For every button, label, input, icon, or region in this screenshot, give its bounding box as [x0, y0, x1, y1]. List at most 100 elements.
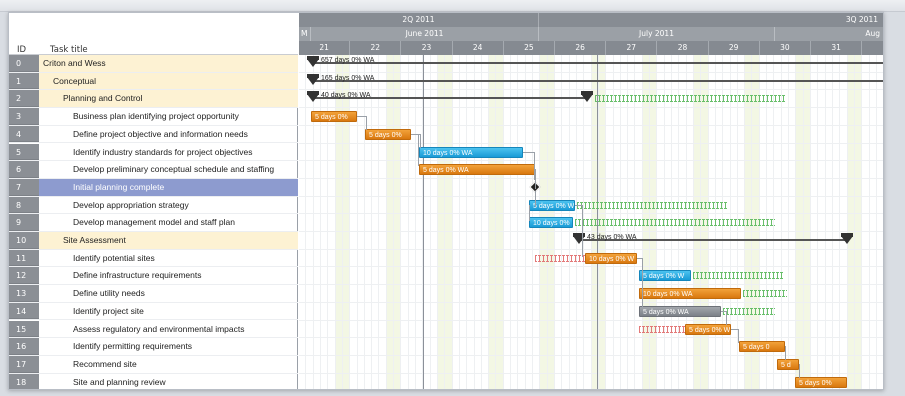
- table-row[interactable]: 3 Business plan identifying project oppor…: [9, 108, 298, 126]
- row-task-title: Develop appropriation strategy: [73, 199, 189, 210]
- table-row[interactable]: 9 Develop management model and staff plan: [9, 214, 298, 232]
- timeline-week: 22: [350, 41, 402, 55]
- dependency-line: [535, 190, 536, 207]
- row-task-title: Planning and Control: [39, 90, 298, 108]
- row-task-title: Recommend site: [73, 358, 137, 369]
- task-bar[interactable]: 5 days 0%: [795, 376, 847, 388]
- table-row[interactable]: 0 Criton and Wess: [9, 55, 298, 73]
- table-row[interactable]: 13 Define utility needs: [9, 285, 298, 303]
- table-row[interactable]: 5 Identify industry standards for project…: [9, 143, 298, 162]
- row-divider: [299, 372, 883, 374]
- day-column: [350, 55, 358, 389]
- table-row[interactable]: 2 Planning and Control: [9, 90, 298, 109]
- day-column: [796, 55, 804, 389]
- row-divider: [299, 354, 883, 356]
- day-column: [423, 55, 431, 389]
- gantt-chart: 2Q 2011 3Q 2011 M June 2011 July 2011 Au…: [299, 13, 883, 389]
- row-divider: [299, 195, 883, 197]
- task-bar[interactable]: 5 days 0: [739, 341, 785, 353]
- timeline-month-may: M: [299, 27, 311, 41]
- task-bar[interactable]: 5 days 0%: [365, 128, 411, 140]
- row-task-title: Identify project site: [73, 305, 144, 316]
- task-bar[interactable]: 10 days 0% WA: [639, 288, 741, 300]
- day-column: [504, 55, 512, 389]
- row-id: 1: [9, 72, 39, 90]
- day-column: [306, 55, 314, 389]
- timeline-quarter-3q: 3Q 2011: [539, 13, 883, 27]
- table-row[interactable]: 7 Initial planning complete: [9, 178, 298, 197]
- task-grid: ID Task title 0 Criton and Wess 1 Conceptua…: [9, 13, 298, 389]
- summary-bar[interactable]: [313, 62, 883, 64]
- table-row[interactable]: 15 Assess regulatory and environmental im…: [9, 320, 298, 339]
- timeline-week: 25: [503, 41, 555, 55]
- table-row[interactable]: 1 Conceptual: [9, 72, 298, 91]
- row-id: 13: [9, 285, 39, 302]
- column-header-id[interactable]: ID: [17, 45, 26, 55]
- row-divider: [299, 142, 883, 144]
- task-bar[interactable]: 5 days 0% W: [639, 270, 691, 282]
- table-row[interactable]: 11 Identify potential sites: [9, 249, 298, 268]
- timeline-month-aug: Aug: [775, 27, 883, 41]
- day-column: [445, 55, 453, 389]
- table-row[interactable]: 4 Define project objective and informatio…: [9, 125, 298, 144]
- row-divider: [299, 248, 883, 250]
- dependency-line: [357, 116, 367, 131]
- table-row[interactable]: 16 Identify permitting requirements: [9, 338, 298, 356]
- slack-indicator: [743, 290, 787, 298]
- task-bar[interactable]: 5 d: [777, 358, 799, 370]
- row-divider: [299, 160, 883, 162]
- day-column: [518, 55, 526, 389]
- dependency-line: [535, 169, 536, 190]
- day-column: [862, 55, 870, 389]
- timeline-quarter-2q: 2Q 2011: [299, 13, 539, 27]
- day-column: [379, 55, 387, 389]
- dependency-line: [523, 151, 535, 180]
- row-task-title: Define infrastructure requirements: [73, 270, 202, 281]
- day-column: [482, 55, 490, 389]
- day-column: [803, 55, 811, 389]
- slack-indicator: [693, 272, 783, 280]
- table-row[interactable]: 18 Site and planning review: [9, 373, 298, 389]
- row-id: 5: [9, 143, 39, 161]
- task-bar[interactable]: 5 days 0% W: [685, 323, 731, 335]
- table-row[interactable]: 6 Develop preliminary conceptual schedule…: [9, 161, 298, 179]
- row-divider: [299, 177, 883, 179]
- day-column: [358, 55, 365, 389]
- row-divider: [299, 266, 883, 268]
- task-bar[interactable]: 10 days 0%: [529, 217, 573, 229]
- row-id: 17: [9, 355, 39, 373]
- day-column: [511, 55, 519, 389]
- table-row[interactable]: 12 Define infrastructure requirements: [9, 267, 298, 286]
- slack-indicator: [595, 95, 785, 103]
- row-id: 6: [9, 161, 39, 178]
- day-column: [811, 55, 819, 389]
- summary-bar[interactable]: [313, 79, 883, 82]
- day-column: [774, 55, 782, 389]
- table-row[interactable]: 10 Site Assessment: [9, 232, 298, 250]
- table-row[interactable]: 8 Develop appropriation strategy: [9, 196, 298, 215]
- task-bar[interactable]: 10 days 0% W: [585, 252, 637, 264]
- dependency-line: [637, 257, 643, 308]
- column-header-task-title[interactable]: Task title: [50, 45, 88, 55]
- summary-start-cap: [307, 56, 319, 67]
- task-bar[interactable]: 5 days 0% WA: [639, 305, 721, 317]
- task-bar[interactable]: 5 days 0%: [311, 111, 357, 123]
- summary-bar-label: 165 days 0% WA: [321, 74, 375, 82]
- dependency-line: [799, 363, 800, 378]
- dependency-line: [731, 328, 739, 343]
- day-column: [870, 55, 877, 389]
- row-id: 18: [9, 373, 39, 389]
- task-bar[interactable]: 10 days 0% WA: [419, 146, 523, 158]
- row-divider: [299, 319, 883, 321]
- row-id: 7: [9, 178, 39, 196]
- row-task-title: Identify industry standards for project …: [73, 146, 253, 157]
- table-row[interactable]: 17 Recommend site: [9, 355, 298, 374]
- row-task-title: Identify permitting requirements: [73, 341, 193, 352]
- row-divider: [299, 124, 883, 126]
- slack-indicator: [723, 307, 775, 315]
- timeline-month-june: June 2011: [311, 27, 539, 41]
- table-row[interactable]: 14 Identify project site: [9, 302, 298, 321]
- day-column: [372, 55, 380, 389]
- task-bar[interactable]: 5 days 0% WA: [419, 164, 535, 176]
- summary-end-cap: [841, 233, 853, 244]
